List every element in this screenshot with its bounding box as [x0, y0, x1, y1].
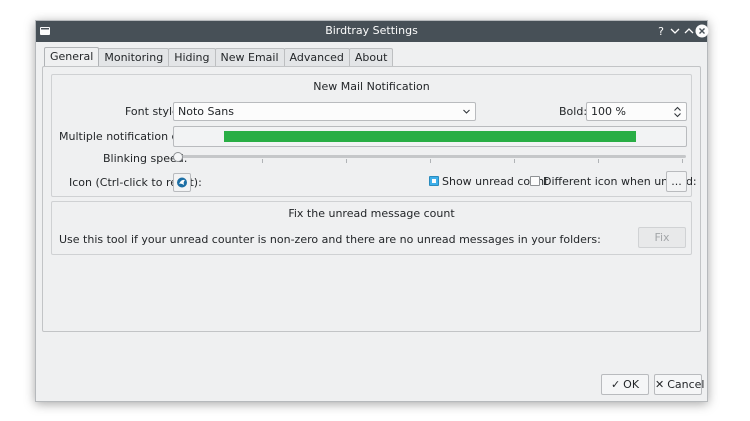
tab-new-email[interactable]: New Email	[214, 48, 285, 66]
tab-bar: General Monitoring Hiding New Email Adva…	[44, 47, 394, 67]
fix-unread-group: Fix the unread message count Use this to…	[51, 201, 692, 255]
font-style-combo[interactable]: Noto Sans	[173, 102, 476, 121]
checkmark-icon: ✓	[610, 378, 621, 391]
slider-tick	[682, 159, 683, 163]
tab-general[interactable]: General	[44, 47, 100, 67]
window-title: Birdtray Settings	[325, 24, 418, 37]
cancel-icon: ✕	[655, 378, 665, 391]
bird-icon	[177, 177, 187, 188]
icon-picker-button[interactable]	[173, 173, 191, 192]
blinking-speed-handle[interactable]	[173, 152, 183, 162]
ok-button[interactable]: ✓ OK	[601, 374, 649, 395]
cancel-button[interactable]: ✕ Cancel	[654, 374, 705, 395]
bold-value: 100 %	[591, 105, 626, 118]
fix-description: Use this tool if your unread counter is …	[59, 233, 601, 246]
close-icon[interactable]	[694, 23, 710, 39]
ok-label: OK	[623, 378, 640, 391]
slider-tick	[598, 159, 599, 163]
fix-button[interactable]: Fix	[638, 227, 686, 248]
bold-label: Bold:	[559, 105, 588, 118]
choose-unread-icon-button[interactable]: ...	[666, 171, 687, 192]
tab-monitoring[interactable]: Monitoring	[98, 48, 170, 66]
general-tab-panel: New Mail Notification Font style: Noto S…	[42, 66, 701, 332]
cancel-label: Cancel	[667, 378, 705, 391]
tab-about[interactable]: About	[348, 48, 394, 66]
tab-advanced[interactable]: Advanced	[283, 48, 350, 66]
slider-tick	[430, 159, 431, 163]
font-style-value: Noto Sans	[178, 105, 234, 118]
settings-window: Birdtray Settings ? General Monitoring H…	[35, 20, 710, 402]
group-title: Fix the unread message count	[288, 207, 455, 220]
slider-tick	[262, 159, 263, 163]
group-title: New Mail Notification	[313, 80, 430, 93]
color-swatch	[224, 131, 636, 142]
bold-spinbox[interactable]: 100 %	[586, 102, 687, 121]
chevron-down-icon	[463, 109, 470, 114]
new-mail-notification-group: New Mail Notification Font style: Noto S…	[51, 74, 697, 197]
different-icon-checkbox[interactable]	[530, 176, 540, 186]
title-bar[interactable]: Birdtray Settings ?	[36, 21, 710, 42]
slider-tick	[346, 159, 347, 163]
spin-arrows-icon[interactable]	[673, 106, 682, 118]
notification-color-button[interactable]	[173, 126, 687, 147]
svg-text:?: ?	[658, 25, 664, 38]
show-unread-checkbox[interactable]	[429, 176, 439, 186]
tab-hiding[interactable]: Hiding	[168, 48, 216, 66]
slider-tick	[514, 159, 515, 163]
blinking-speed-track[interactable]	[174, 155, 686, 158]
